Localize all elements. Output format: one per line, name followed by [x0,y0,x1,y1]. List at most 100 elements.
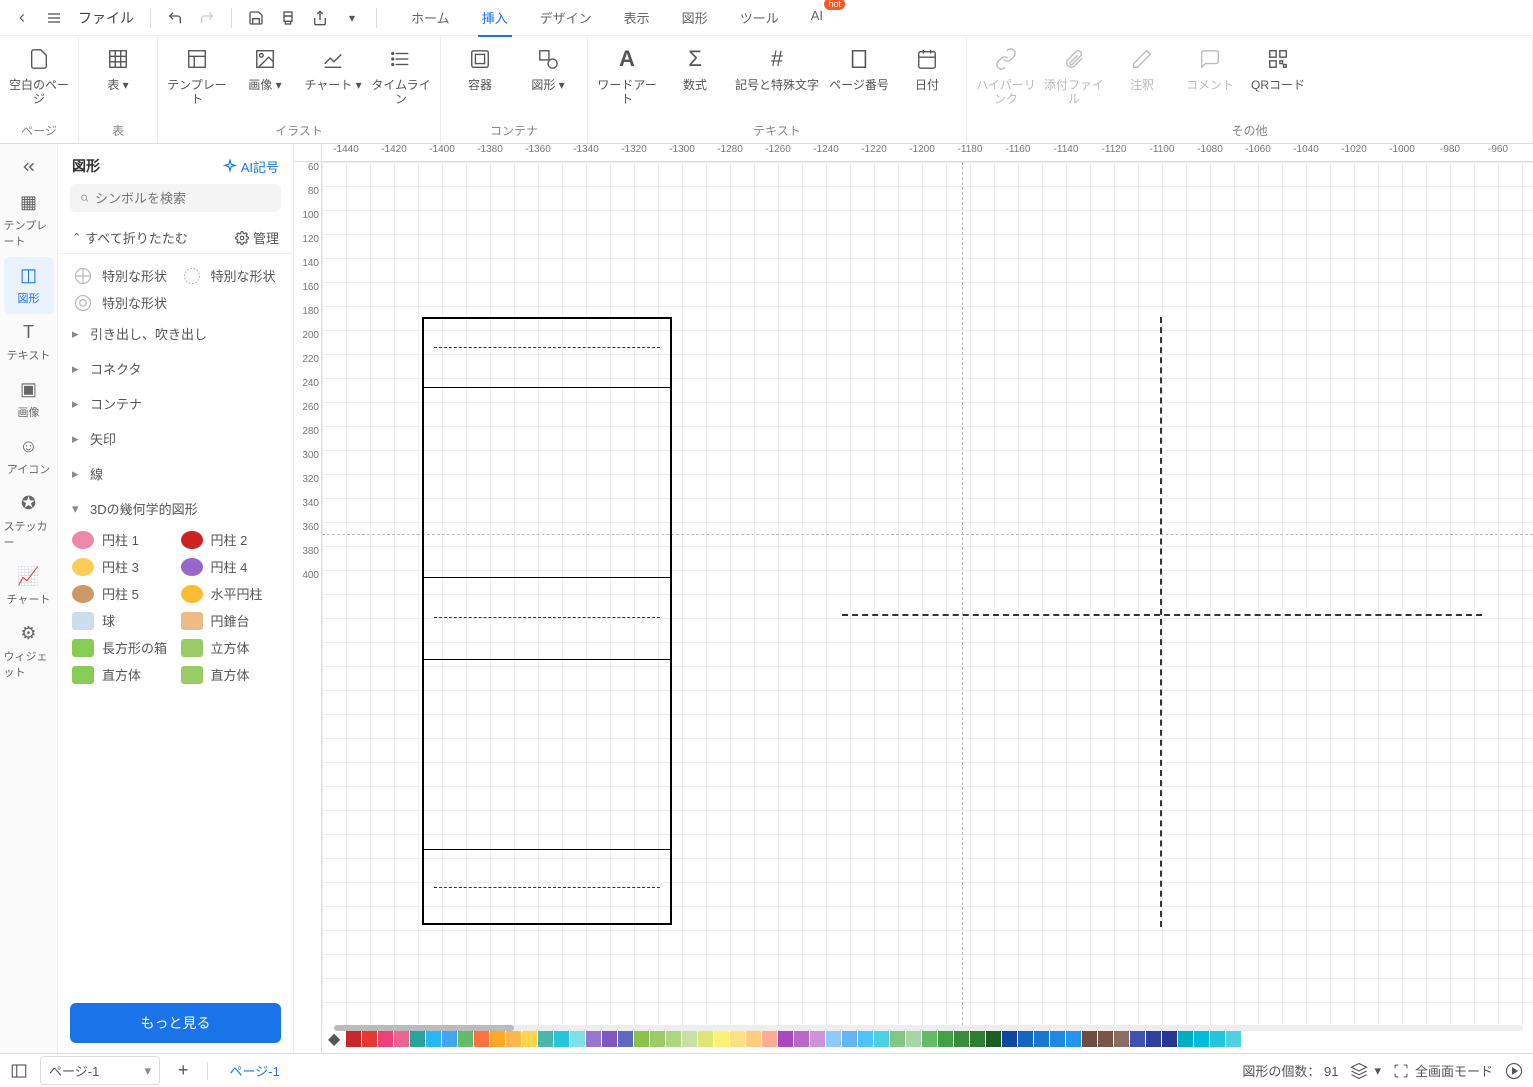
bucket-icon[interactable]: ◆ [328,1029,340,1049]
date-button[interactable]: 日付 [896,42,958,118]
color-swatch[interactable] [938,1031,954,1047]
sidebar-item-chart[interactable]: 📈チャート [4,558,54,615]
file-menu[interactable]: ファイル [72,8,140,28]
color-swatch[interactable] [1194,1031,1210,1047]
manage-button[interactable]: 管理 [235,228,279,247]
color-swatch[interactable] [954,1031,970,1047]
undo-icon[interactable] [161,4,189,32]
fold-all-button[interactable]: ⌃すべて折りたたむ [72,228,188,247]
add-page-button[interactable]: + [172,1060,195,1081]
color-swatch[interactable] [810,1031,826,1047]
sidebar-item-sticker[interactable]: ✪ステッカー [4,485,54,558]
back-icon[interactable] [8,4,36,32]
color-swatch[interactable] [538,1031,554,1047]
center-line-h[interactable] [842,614,1482,616]
export-icon[interactable] [306,4,334,32]
table-button[interactable]: 表 ▾ [87,42,149,118]
tab-view[interactable]: 表示 [620,0,654,35]
color-swatch[interactable] [1002,1031,1018,1047]
shape-item[interactable]: 長方形の箱 [72,638,171,657]
print-icon[interactable] [274,4,302,32]
shape-item[interactable]: 円柱 2 [181,530,280,549]
color-swatch[interactable] [874,1031,890,1047]
collapse-icon[interactable] [10,152,48,182]
drawing-rect[interactable] [422,317,672,925]
image-button[interactable]: 画像 ▾ [234,42,296,118]
play-icon[interactable] [1505,1062,1523,1080]
color-swatch[interactable] [906,1031,922,1047]
color-swatch[interactable] [922,1031,938,1047]
shape-item[interactable]: 特別な形状 [181,266,280,285]
sidebar-item-widget[interactable]: ⚙ウィジェット [4,615,54,688]
color-swatch[interactable] [362,1031,378,1047]
panel-toggle-icon[interactable] [10,1062,28,1080]
color-swatch[interactable] [570,1031,586,1047]
save-icon[interactable] [242,4,270,32]
color-swatch[interactable] [762,1031,778,1047]
color-swatch[interactable] [1066,1031,1082,1047]
category-item[interactable]: ▸コンテナ [66,386,285,421]
color-swatch[interactable] [554,1031,570,1047]
chart-button[interactable]: チャート ▾ [302,42,364,118]
category-item[interactable]: ▸線 [66,456,285,491]
h-scrollbar-thumb[interactable] [334,1025,514,1031]
color-swatch[interactable] [634,1031,650,1047]
shape-item[interactable]: 立方体 [181,638,280,657]
sidebar-item-image[interactable]: ▣画像 [4,371,54,428]
sidebar-item-template[interactable]: ▦テンプレート [4,184,54,257]
sidebar-item-text[interactable]: Tテキスト [4,314,54,371]
color-swatch[interactable] [1162,1031,1178,1047]
color-palette[interactable] [346,1031,1242,1047]
category-item[interactable]: ▸コネクタ [66,351,285,386]
color-swatch[interactable] [1146,1031,1162,1047]
color-swatch[interactable] [410,1031,426,1047]
color-swatch[interactable] [730,1031,746,1047]
color-swatch[interactable] [1114,1031,1130,1047]
color-swatch[interactable] [346,1031,362,1047]
color-swatch[interactable] [778,1031,794,1047]
canvas[interactable] [322,162,1533,1025]
layers-icon[interactable]: ▾ [1350,1062,1381,1080]
ai-symbols-button[interactable]: AI記号 [223,157,279,176]
color-swatch[interactable] [1098,1031,1114,1047]
shape-item[interactable]: 特別な形状 [72,266,171,285]
color-swatch[interactable] [842,1031,858,1047]
tab-ai[interactable]: AIhot [807,0,827,35]
redo-icon[interactable] [193,4,221,32]
more-button[interactable]: もっと見る [70,1003,281,1043]
color-swatch[interactable] [458,1031,474,1047]
more-icon[interactable]: ▾ [338,4,366,32]
color-swatch[interactable] [474,1031,490,1047]
color-swatch[interactable] [394,1031,410,1047]
fullscreen-button[interactable]: 全画面モード [1393,1061,1493,1080]
category-item[interactable]: ▸引き出し、吹き出し [66,316,285,351]
color-swatch[interactable] [1082,1031,1098,1047]
category-3d[interactable]: ▾3Dの幾何学的図形 [66,491,285,526]
formula-button[interactable]: Σ数式 [664,42,726,118]
color-swatch[interactable] [378,1031,394,1047]
color-swatch[interactable] [986,1031,1002,1047]
color-swatch[interactable] [602,1031,618,1047]
shape-item[interactable]: 直方体 [72,665,171,684]
color-swatch[interactable] [890,1031,906,1047]
blank-page-button[interactable]: 空白のページ [8,42,70,118]
color-swatch[interactable] [506,1031,522,1047]
container-button[interactable]: 容器 [449,42,511,118]
color-swatch[interactable] [586,1031,602,1047]
color-swatch[interactable] [714,1031,730,1047]
menu-icon[interactable] [40,4,68,32]
shape-item[interactable]: 円柱 3 [72,557,171,576]
shape-item[interactable]: 水平円柱 [181,584,280,603]
color-swatch[interactable] [1210,1031,1226,1047]
color-swatch[interactable] [970,1031,986,1047]
color-swatch[interactable] [490,1031,506,1047]
color-swatch[interactable] [1130,1031,1146,1047]
color-swatch[interactable] [698,1031,714,1047]
shape-item[interactable]: 円錐台 [181,611,280,630]
color-swatch[interactable] [1034,1031,1050,1047]
qr-button[interactable]: QRコード [1247,42,1309,118]
category-item[interactable]: ▸矢印 [66,421,285,456]
tab-home[interactable]: ホーム [407,0,454,35]
color-swatch[interactable] [618,1031,634,1047]
timeline-button[interactable]: タイムライン [370,42,432,118]
